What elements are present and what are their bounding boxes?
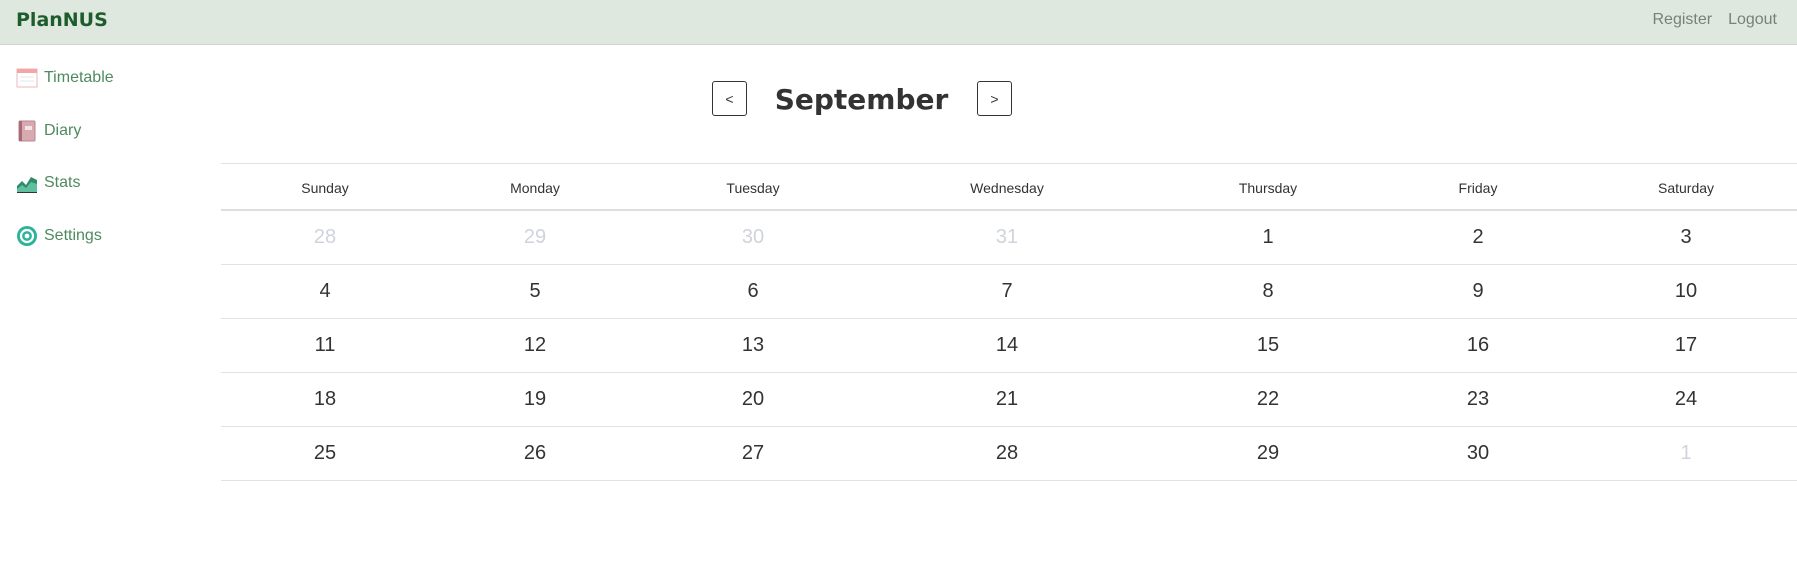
calendar-grid: Sunday Monday Tuesday Wednesday Thursday…	[221, 163, 1797, 481]
calendar-day[interactable]: 21	[996, 388, 1018, 411]
month-navigation: < September >	[0, 81, 1797, 118]
weekday-tuesday: Tuesday	[726, 180, 780, 196]
calendar-day[interactable]: 27	[742, 442, 764, 465]
sidebar-item-label: Diary	[44, 122, 82, 139]
calendar-day[interactable]: 22	[1257, 388, 1279, 411]
calendar-day-outside-month[interactable]: 28	[314, 226, 336, 249]
calendar-body: 28 29 30 31 1 2 3 4 5 6 7 8 9 10 11 12 13 14 15 16 17 18 19 20 2…	[221, 211, 1797, 481]
calendar-day[interactable]: 1	[1262, 226, 1273, 249]
calendar-day[interactable]: 14	[996, 334, 1018, 357]
weekday-header-row: Sunday Monday Tuesday Wednesday Thursday…	[221, 163, 1797, 211]
register-link[interactable]: Register	[1652, 11, 1712, 29]
calendar-day-outside-month[interactable]: 30	[742, 226, 764, 249]
top-nav-links: Register Logout	[1652, 11, 1777, 29]
calendar-day[interactable]: 16	[1467, 334, 1489, 357]
calendar-week-row: 18 19 20 21 22 23 24	[221, 373, 1797, 427]
calendar-day[interactable]: 2	[1472, 226, 1483, 249]
calendar-day[interactable]: 20	[742, 388, 764, 411]
calendar-day[interactable]: 6	[747, 280, 758, 303]
weekday-saturday: Saturday	[1657, 180, 1715, 196]
sidebar-item-label: Stats	[44, 174, 81, 191]
calendar-day-outside-month[interactable]: 31	[996, 226, 1018, 249]
month-title: September	[774, 83, 949, 116]
logout-link[interactable]: Logout	[1728, 11, 1777, 29]
calendar-day[interactable]: 5	[529, 280, 540, 303]
next-month-button[interactable]: >	[977, 81, 1012, 116]
weekday-thursday: Thursday	[1238, 180, 1298, 196]
calendar-day[interactable]: 25	[314, 442, 336, 465]
weekday-monday: Monday	[510, 180, 560, 196]
calendar-week-row: 4 5 6 7 8 9 10	[221, 265, 1797, 319]
sidebar-item-diary[interactable]: Diary	[16, 120, 81, 142]
sidebar-item-label: Settings	[44, 227, 102, 244]
calendar-day[interactable]: 12	[524, 334, 546, 357]
brand-logo[interactable]: PlanNUS	[16, 9, 108, 31]
calendar-day[interactable]: 15	[1257, 334, 1279, 357]
calendar-day[interactable]: 7	[1001, 280, 1012, 303]
calendar-day[interactable]: 26	[524, 442, 546, 465]
calendar-day[interactable]: 9	[1472, 280, 1483, 303]
settings-icon	[16, 225, 38, 247]
calendar-day[interactable]: 3	[1680, 226, 1691, 249]
calendar-day[interactable]: 10	[1675, 280, 1697, 303]
calendar-day[interactable]: 18	[314, 388, 336, 411]
stats-icon	[16, 172, 38, 194]
calendar-day[interactable]: 29	[1257, 442, 1279, 465]
calendar-day[interactable]: 4	[319, 280, 330, 303]
calendar-day[interactable]: 8	[1262, 280, 1273, 303]
calendar-day[interactable]: 23	[1467, 388, 1489, 411]
calendar-week-row: 25 26 27 28 29 30 1	[221, 427, 1797, 481]
sidebar-item-settings[interactable]: Settings	[16, 225, 102, 247]
weekday-wednesday: Wednesday	[970, 180, 1044, 196]
calendar-week-row: 28 29 30 31 1 2 3	[221, 211, 1797, 265]
calendar-day[interactable]: 17	[1675, 334, 1697, 357]
calendar-day[interactable]: 19	[524, 388, 546, 411]
sidebar-item-stats[interactable]: Stats	[16, 172, 80, 194]
calendar-day-outside-month[interactable]: 29	[524, 226, 546, 249]
calendar-day[interactable]: 13	[742, 334, 764, 357]
calendar-week-row: 11 12 13 14 15 16 17	[221, 319, 1797, 373]
calendar-day[interactable]: 11	[315, 334, 336, 357]
diary-icon	[16, 120, 38, 142]
weekday-friday: Friday	[1458, 180, 1498, 196]
weekday-sunday: Sunday	[301, 180, 349, 196]
calendar-day[interactable]: 28	[996, 442, 1018, 465]
calendar-day[interactable]: 30	[1467, 442, 1489, 465]
calendar-day[interactable]: 24	[1675, 388, 1697, 411]
top-navbar: PlanNUS Register Logout	[0, 0, 1797, 45]
calendar-day-outside-month[interactable]: 1	[1680, 442, 1691, 465]
